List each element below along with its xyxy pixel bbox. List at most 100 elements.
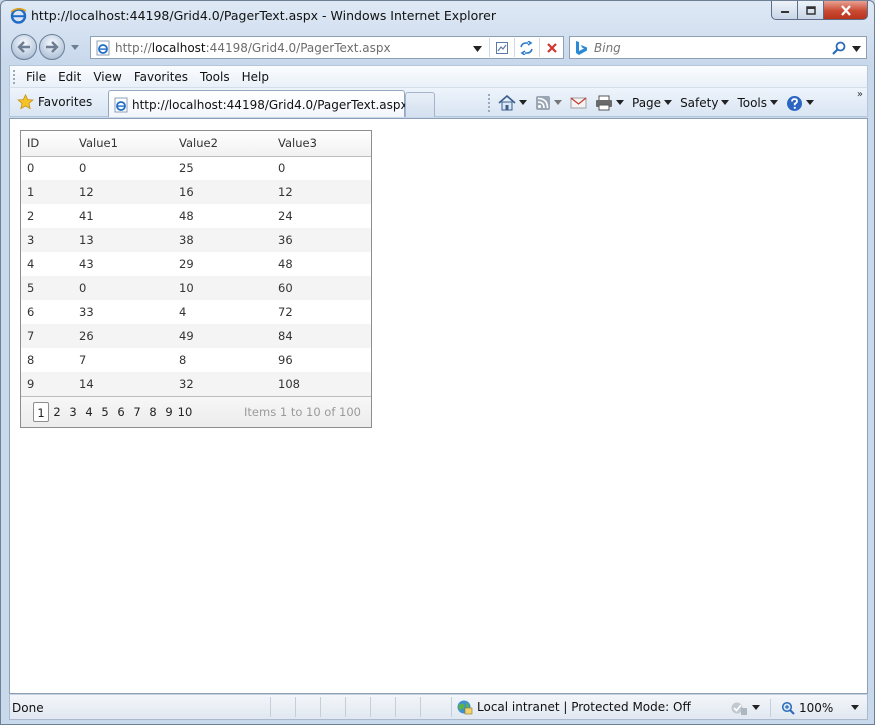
table-row[interactable]: 0 0 25 0 <box>21 156 371 180</box>
feeds-dropdown-icon[interactable] <box>554 100 562 106</box>
close-icon <box>840 4 851 16</box>
table-row[interactable]: 1 12 16 12 <box>21 180 371 204</box>
search-options-dropdown-icon[interactable] <box>852 45 861 53</box>
table-row[interactable]: 5 0 10 60 <box>21 276 371 300</box>
column-header-id[interactable]: ID <box>21 131 73 157</box>
stop-button[interactable] <box>539 38 563 57</box>
status-panes <box>270 697 445 717</box>
cell-id: 3 <box>21 228 73 252</box>
cell-value3: 96 <box>278 353 293 367</box>
window-controls <box>771 1 868 21</box>
menu-edit[interactable]: Edit <box>52 70 87 84</box>
column-header-value1[interactable]: Value1 <box>73 131 173 157</box>
cell-value3: 24 <box>278 209 293 223</box>
search-box[interactable] <box>569 36 867 59</box>
recent-pages-dropdown[interactable] <box>71 43 79 51</box>
pager-page-6[interactable]: 6 <box>113 402 129 422</box>
pager-page-3[interactable]: 3 <box>65 402 81 422</box>
table-row[interactable]: 2 41 48 24 <box>21 204 371 228</box>
menu-file[interactable]: File <box>20 70 52 84</box>
cell-value1: 13 <box>73 228 173 252</box>
pager-page-10[interactable]: 10 <box>177 402 193 422</box>
cell-value2: 48 <box>179 209 194 223</box>
compat-view-icon <box>495 41 508 54</box>
status-pane <box>420 697 445 717</box>
pager-page-7[interactable]: 7 <box>129 402 145 422</box>
column-header-value3[interactable]: Value3 <box>272 131 371 157</box>
command-bar-grip <box>488 94 490 112</box>
page-dropdown-icon <box>664 100 673 105</box>
ie-icon <box>10 7 27 24</box>
address-bar[interactable]: http://localhost:44198/Grid4.0/PagerText… <box>90 36 564 59</box>
cell-value3: 36 <box>272 228 371 252</box>
minimize-button[interactable] <box>771 1 798 20</box>
page-menu-button[interactable]: Page <box>632 96 673 110</box>
safety-menu-button[interactable]: Safety <box>680 96 730 110</box>
help-button[interactable] <box>786 95 815 112</box>
protected-mode-dropdown-icon[interactable] <box>752 705 760 711</box>
menu-tools[interactable]: Tools <box>194 70 236 84</box>
cell-id: 9 <box>21 372 73 396</box>
home-dropdown-icon[interactable] <box>519 100 527 106</box>
protected-mode-icon[interactable] <box>730 700 748 716</box>
help-dropdown-icon[interactable] <box>806 100 815 106</box>
pager-page-1[interactable]: 1 <box>33 402 49 422</box>
print-dropdown-icon[interactable] <box>616 100 624 106</box>
zoom-dropdown-icon[interactable] <box>837 705 860 711</box>
table-row[interactable]: 7 26 49 84 <box>21 324 371 348</box>
security-zone[interactable]: Local intranet | Protected Mode: Off <box>456 699 691 715</box>
tools-menu-button[interactable]: Tools <box>737 96 779 110</box>
feeds-button[interactable] <box>535 95 562 111</box>
mail-button[interactable] <box>570 96 587 110</box>
cell-id: 0 <box>27 161 35 176</box>
maximize-button[interactable] <box>798 1 824 20</box>
cell-value3: 60 <box>272 276 371 300</box>
pager-page-4[interactable]: 4 <box>81 402 97 422</box>
forward-icon <box>46 41 59 53</box>
close-button[interactable] <box>824 1 868 20</box>
pager-page-9[interactable]: 9 <box>161 402 177 422</box>
print-icon <box>596 95 612 111</box>
more-commands-chevron-icon[interactable]: » <box>857 89 863 100</box>
table-row[interactable]: 9 14 32 108 <box>21 372 371 396</box>
back-button[interactable] <box>11 34 37 60</box>
table-row[interactable]: 8 7 8 96 <box>21 348 371 372</box>
pager-page-8[interactable]: 8 <box>145 402 161 422</box>
pager-page-5[interactable]: 5 <box>97 402 113 422</box>
data-grid: ID Value1 Value2 Value3 0 0 25 0 1 12 16 12 24… <box>20 130 372 428</box>
home-button[interactable] <box>498 95 527 111</box>
menu-help[interactable]: Help <box>236 70 275 84</box>
favorites-button[interactable]: Favorites <box>17 94 92 110</box>
cell-value2: 29 <box>179 257 194 271</box>
menu-favorites[interactable]: Favorites <box>128 70 194 84</box>
status-bar: Done Local intranet | Protected Mode: Of… <box>9 694 868 720</box>
status-pane <box>270 697 295 717</box>
page-content: ID Value1 Value2 Value3 0 0 25 0 1 12 16 12 24… <box>9 118 868 694</box>
table-row[interactable]: 6 33 4 72 <box>21 300 371 324</box>
forward-button[interactable] <box>39 34 65 60</box>
search-go-icon[interactable] <box>832 41 846 55</box>
pager-page-2[interactable]: 2 <box>49 402 65 422</box>
table-row[interactable]: 3 13 38 36 <box>21 228 371 252</box>
cell-value1: 0 <box>73 276 173 300</box>
column-header-value2[interactable]: Value2 <box>173 131 272 157</box>
tab-current[interactable]: http://localhost:44198/Grid4.0/PagerText… <box>108 90 408 117</box>
print-button[interactable] <box>595 95 624 111</box>
table-row[interactable]: 4 43 29 48 <box>21 252 371 276</box>
grid-pager: 1 2 3 4 5 6 7 8 9 10 Items 1 to 10 of 10… <box>21 396 371 427</box>
compatibility-view-button[interactable] <box>489 38 513 57</box>
back-icon <box>17 41 30 53</box>
cell-id: 5 <box>21 276 73 300</box>
tools-menu-label: Tools <box>737 96 768 110</box>
cell-value3: 0 <box>278 161 286 176</box>
cell-value3: 72 <box>278 305 293 319</box>
address-url[interactable]: http://localhost:44198/Grid4.0/PagerText… <box>115 41 391 55</box>
menu-view[interactable]: View <box>87 70 127 84</box>
search-input[interactable] <box>592 39 822 56</box>
zoom-level[interactable]: 100% <box>799 701 833 715</box>
address-dropdown-icon[interactable] <box>473 45 482 53</box>
new-tab-button[interactable] <box>405 92 435 117</box>
refresh-button[interactable] <box>514 38 538 57</box>
feeds-icon <box>536 96 550 110</box>
cell-value1: 41 <box>79 209 94 223</box>
